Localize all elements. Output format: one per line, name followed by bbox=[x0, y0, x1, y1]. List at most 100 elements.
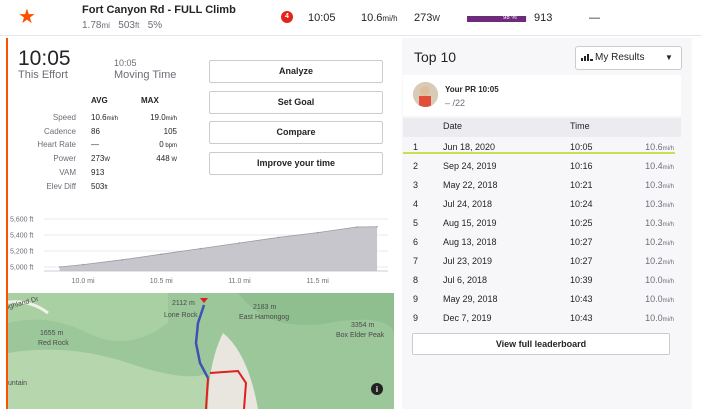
leaderboard-speed: 10.3mi/h bbox=[620, 199, 674, 209]
leaderboard-speed: 10.0mi/h bbox=[620, 313, 674, 323]
leaderboard-rank: 4 bbox=[413, 199, 419, 209]
current-effort-highlight bbox=[403, 152, 675, 154]
effort-speed: 10.6mi/h bbox=[361, 12, 398, 24]
moving-time-label: Moving Time bbox=[114, 69, 177, 81]
elevation-point bbox=[121, 259, 123, 261]
leaderboard-rank: 3 bbox=[413, 180, 419, 190]
stat-avg-value: 86 bbox=[91, 127, 100, 136]
pr-title: Your PR 10:05 bbox=[445, 85, 499, 94]
results-filter-label: My Results bbox=[595, 52, 645, 63]
map-label-2183m: 2183 m bbox=[253, 304, 277, 311]
effort-speed-unit: mi/h bbox=[382, 14, 398, 23]
map-label-2112m: 2112 m bbox=[172, 300, 195, 307]
leaderboard-speed-unit: mi/h bbox=[662, 279, 674, 285]
segment-grade: 5% bbox=[147, 20, 163, 31]
stat-max: 105 bbox=[125, 127, 177, 136]
stat-avg: 913 bbox=[91, 168, 104, 177]
stat-avg-value: 913 bbox=[91, 168, 105, 177]
leaderboard-speed: 10.6mi/h bbox=[620, 142, 674, 152]
leaderboard-date: Jul 23, 2019 bbox=[443, 256, 493, 266]
leaderboard-speed-value: 10.0 bbox=[645, 313, 663, 323]
map-label-lone-rock: Lone Rock bbox=[164, 312, 198, 319]
stat-max-value: 19.0 bbox=[150, 113, 166, 122]
stat-avg: 86 bbox=[91, 127, 100, 136]
stat-max: 0 bpm bbox=[125, 140, 177, 149]
leaderboard-speed-value: 10.6 bbox=[645, 142, 663, 152]
leaderboard-speed: 10.2mi/h bbox=[620, 237, 674, 247]
heart-rate-pct: 98 % bbox=[503, 15, 517, 21]
effort-power: 273W bbox=[414, 12, 440, 24]
stat-avg: — bbox=[91, 140, 99, 149]
x-tick-label: 10.5 mi bbox=[150, 278, 173, 285]
view-full-leaderboard-button[interactable]: View full leaderboard bbox=[412, 333, 670, 355]
effort-power-value: 273 bbox=[414, 12, 433, 24]
stat-max-unit: bpm bbox=[163, 143, 177, 149]
avg-header: AVG bbox=[91, 96, 108, 105]
leaderboard-speed: 10.2mi/h bbox=[620, 256, 674, 266]
stat-max: 448 W bbox=[125, 154, 177, 163]
y-tick-label: 5,600 ft bbox=[10, 217, 33, 224]
leaderboard-date: Jun 18, 2020 bbox=[443, 142, 496, 152]
moving-time-value: 10:05 bbox=[114, 58, 137, 68]
leaderboard-speed: 10.0mi/h bbox=[620, 294, 674, 304]
leaderboard-speed-unit: mi/h bbox=[662, 298, 674, 304]
info-icon-glyph: i bbox=[376, 385, 378, 394]
pr-rank: – /22 bbox=[445, 98, 466, 108]
leaderboard-time: 10:27 bbox=[570, 237, 593, 247]
stat-label: VAM bbox=[59, 168, 76, 177]
leaderboard-rank: 5 bbox=[413, 218, 419, 228]
effort-vam: 913 bbox=[534, 12, 553, 24]
stat-label: Cadence bbox=[43, 127, 76, 136]
leaderboard-speed-value: 10.3 bbox=[645, 218, 663, 228]
analyze-button[interactable]: Analyze bbox=[209, 60, 383, 83]
leaderboard-rank: 8 bbox=[413, 275, 419, 285]
stat-max-unit: mi/h bbox=[165, 116, 177, 122]
heart-rate-bar bbox=[467, 16, 527, 22]
leaderboard-date: May 29, 2018 bbox=[443, 294, 498, 304]
elevation-point bbox=[316, 231, 319, 234]
leaderboard-speed-unit: mi/h bbox=[662, 165, 674, 171]
elevation-point bbox=[58, 266, 61, 268]
segment-stats: 1.78mi 503ft 5% bbox=[82, 20, 162, 31]
improve-time-button[interactable]: Improve your time bbox=[209, 152, 383, 175]
stat-max-value: 105 bbox=[163, 127, 177, 136]
leaderboard-date: Jul 6, 2018 bbox=[443, 275, 488, 285]
pr-card bbox=[403, 75, 681, 116]
leaderboard-time: 10:16 bbox=[570, 161, 593, 171]
y-tick-label: 5,200 ft bbox=[10, 249, 33, 256]
compare-button[interactable]: Compare bbox=[209, 121, 383, 144]
leaderboard-date: Dec 7, 2019 bbox=[443, 313, 492, 323]
set-goal-button[interactable]: Set Goal bbox=[209, 91, 383, 114]
segment-map[interactable]: 2112 m Lone Rock 2183 m East Hamongog 33… bbox=[8, 293, 394, 409]
segment-distance-unit: mi bbox=[101, 21, 110, 30]
stat-avg: 10.6mi/h bbox=[91, 113, 118, 122]
elevation-chart[interactable]: 5,600 ft 5,400 ft 5,200 ft 5,000 ft 10.0 mi 1… bbox=[8, 209, 394, 291]
effort-time-label: This Effort bbox=[18, 69, 68, 81]
effort-time: 10:05 bbox=[308, 12, 336, 24]
x-tick-label: 10.0 mi bbox=[72, 278, 95, 285]
segment-name[interactable]: Fort Canyon Rd - FULL Climb bbox=[82, 4, 236, 16]
stat-avg: 273W bbox=[91, 154, 110, 163]
avatar[interactable] bbox=[413, 82, 438, 107]
y-tick-label: 5,400 ft bbox=[10, 233, 33, 240]
elevation-point bbox=[199, 247, 202, 250]
max-header: MAX bbox=[141, 96, 159, 105]
stat-avg-value: 10.6 bbox=[91, 113, 107, 122]
star-icon[interactable]: ★ bbox=[18, 7, 36, 27]
map-label-mountain: untain bbox=[8, 380, 27, 387]
stat-label: Elev Diff bbox=[46, 182, 76, 191]
leaderboard-speed-value: 10.3 bbox=[645, 180, 663, 190]
effort-time-big: 10:05 bbox=[18, 47, 71, 70]
stat-avg-unit: mi/h bbox=[106, 116, 118, 122]
stat-avg-value: 503 bbox=[91, 182, 105, 191]
leaderboard-date: May 22, 2018 bbox=[443, 180, 498, 190]
leaderboard-speed-unit: mi/h bbox=[662, 184, 674, 190]
stat-label: Heart Rate bbox=[37, 140, 76, 149]
leaderboard-title: Top 10 bbox=[414, 49, 457, 65]
leaderboard-speed-unit: mi/h bbox=[662, 222, 674, 228]
leaderboard-speed: 10.4mi/h bbox=[620, 161, 674, 171]
elevation-point bbox=[277, 236, 280, 239]
segment-elevation-unit: ft bbox=[134, 21, 140, 30]
leaderboard-time: 10:25 bbox=[570, 218, 593, 228]
leaderboard-speed-unit: mi/h bbox=[662, 260, 674, 266]
